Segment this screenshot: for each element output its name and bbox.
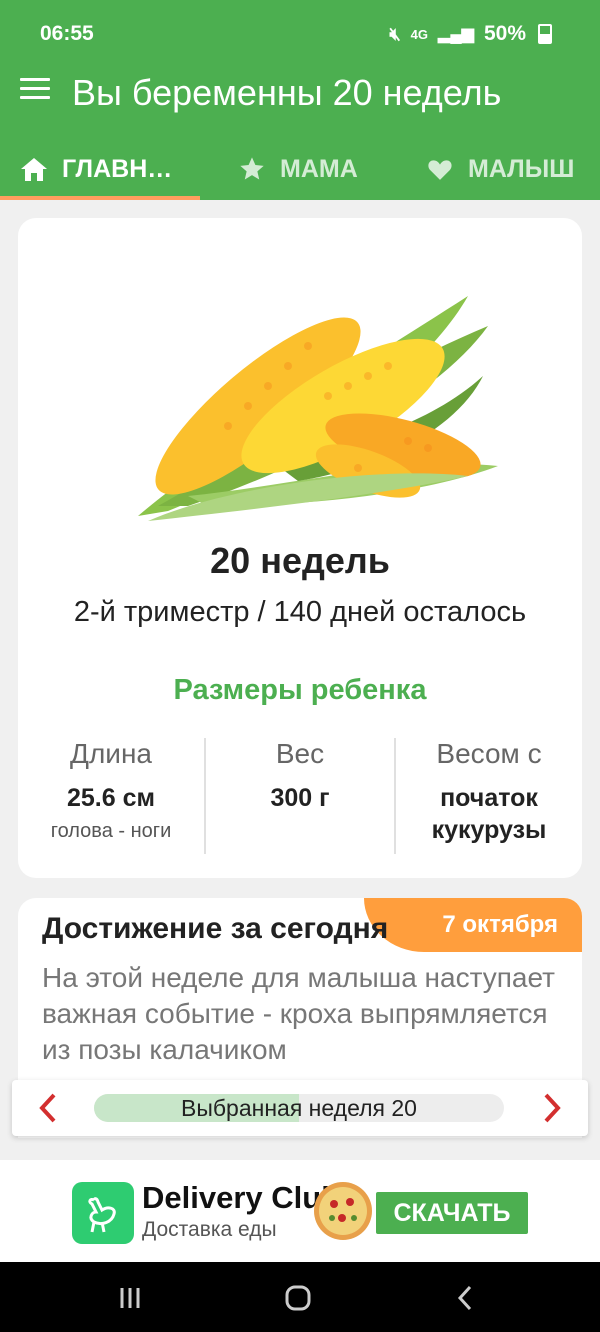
status-icons: 🔇︎ 4G ▂▄▆ 50%: [389, 22, 552, 46]
ad-subtitle: Доставка еды: [142, 1218, 277, 1241]
week-title: 20 недель: [210, 540, 390, 581]
home-icon: [20, 155, 48, 183]
tab-mama-label: МАМА: [280, 154, 358, 183]
status-bar: 06:55 🔇︎ 4G ▂▄▆ 50%: [0, 0, 600, 48]
tab-mama[interactable]: МАМА: [238, 138, 358, 200]
delivery-club-logo: [72, 1182, 134, 1244]
trimester-info: 2-й триместр / 140 дней осталось: [73, 596, 527, 628]
date-badge: 7 октября: [364, 898, 582, 952]
ad-banner[interactable]: Delivery Club Доставка еды СКАЧАТЬ: [0, 1160, 600, 1262]
tab-bar: ГЛАВН… МАМА МАЛЫШ: [0, 138, 600, 200]
column-divider: [204, 738, 206, 854]
tab-baby[interactable]: МАЛЫШ: [426, 138, 574, 200]
length-column: Длина 25.6 см голова - ноги: [18, 738, 204, 843]
weight-label: Вес: [275, 738, 325, 769]
weight-value: 300 г: [270, 784, 330, 812]
battery-level: 50%: [483, 22, 526, 45]
ostrich-icon: [88, 1197, 116, 1233]
next-week-icon[interactable]: [538, 1092, 566, 1124]
recent-apps-icon[interactable]: [114, 1284, 146, 1312]
compare-value: початок кукурузы: [431, 784, 547, 844]
status-time: 06:55: [40, 22, 94, 45]
page-title: Вы беременны 20 недель: [72, 72, 502, 113]
week-card: 20 недель 2-й триместр / 140 дней остало…: [18, 218, 582, 878]
mute-icon: 🔇︎: [389, 23, 401, 44]
achievement-title: Достижение за сегодня: [42, 912, 389, 945]
length-sub: голова - ноги: [50, 820, 172, 842]
heart-icon: [426, 155, 454, 183]
length-label: Длина: [70, 738, 152, 769]
week-selector-label: Выбранная неделя 20: [181, 1095, 417, 1121]
tab-indicator: [0, 196, 200, 200]
tab-home-label: ГЛАВН…: [62, 154, 173, 183]
menu-icon[interactable]: [20, 78, 50, 104]
length-value: 25.6 см: [66, 784, 155, 812]
star-icon: [238, 155, 266, 183]
download-button[interactable]: СКАЧАТЬ: [376, 1192, 528, 1234]
corn-cob-image: [138, 296, 498, 521]
back-icon[interactable]: [450, 1284, 482, 1312]
compare-column: Весом с початок кукурузы: [396, 738, 582, 846]
pizza-image: [314, 1182, 372, 1240]
prev-week-icon[interactable]: [34, 1092, 62, 1124]
signal-icon: ▂▄▆: [438, 26, 474, 43]
week-selector: Выбранная неделя 20: [12, 1080, 588, 1136]
battery-icon: [538, 24, 552, 44]
compare-label: Весом с: [436, 738, 542, 769]
weight-column: Вес 300 г: [207, 738, 393, 814]
system-nav-bar: [0, 1262, 600, 1332]
sizes-heading: Размеры ребенка: [173, 674, 427, 706]
network-type: 4G: [410, 26, 429, 42]
tab-home[interactable]: ГЛАВН…: [20, 138, 172, 200]
tab-baby-label: МАЛЫШ: [468, 154, 575, 183]
week-progress-bar[interactable]: Выбранная неделя 20: [94, 1094, 504, 1122]
achievement-text: На этой неделе для малыша наступает важн…: [42, 962, 555, 1065]
app-bar: Вы беременны 20 недель: [0, 48, 600, 138]
ad-title: Delivery Club: [142, 1180, 341, 1215]
home-button-icon[interactable]: [282, 1284, 314, 1312]
